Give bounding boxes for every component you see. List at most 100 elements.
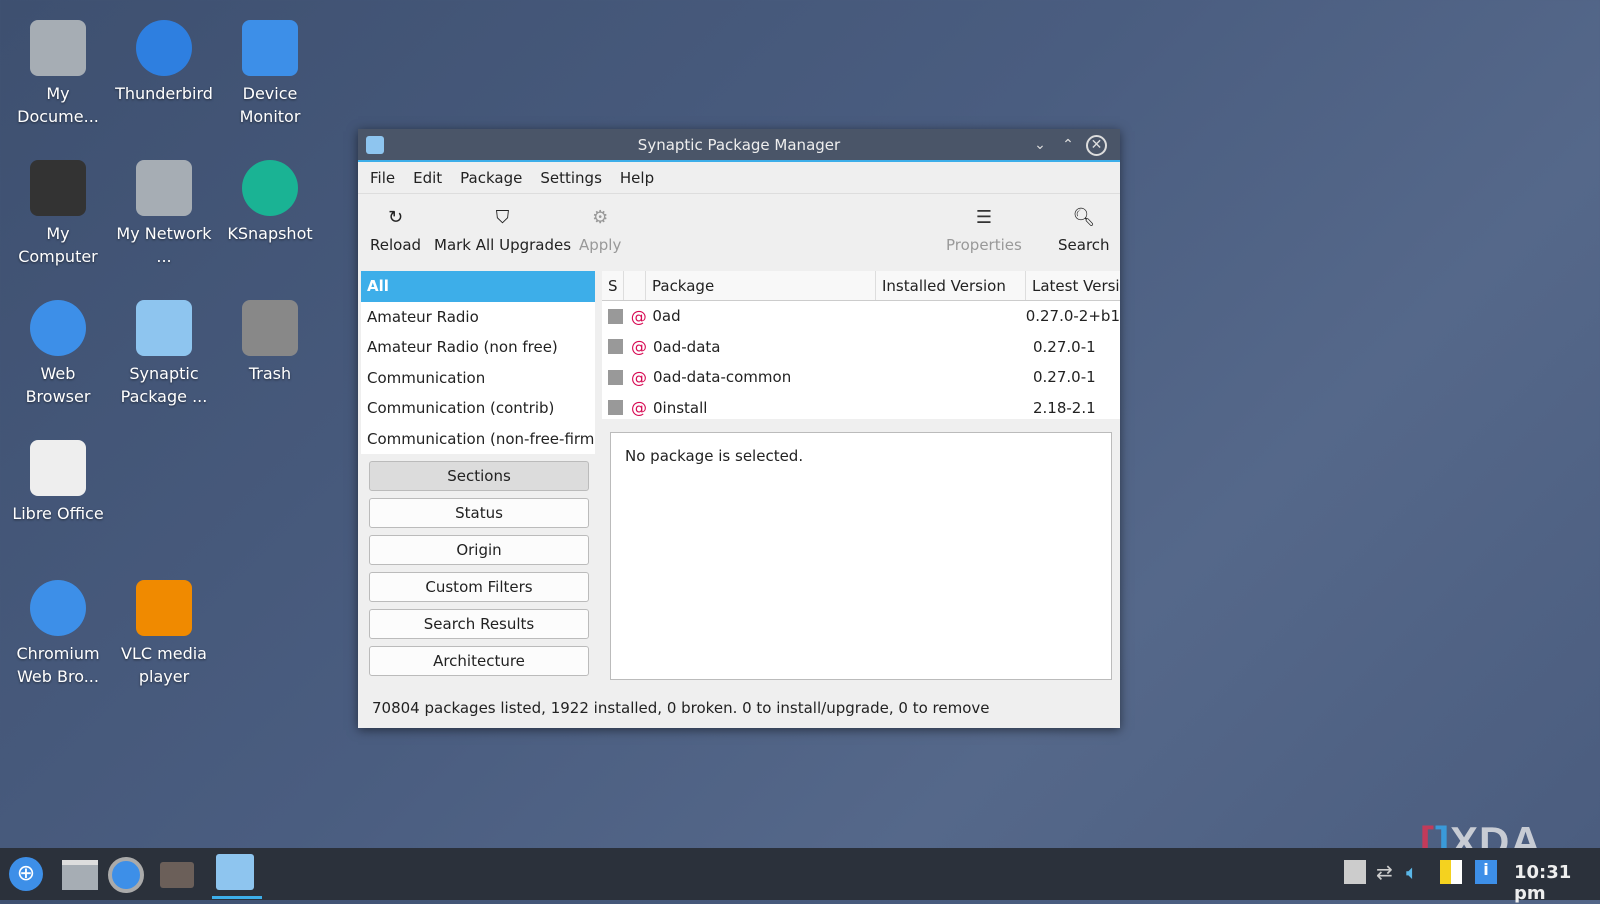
- info-icon[interactable]: i: [1475, 860, 1497, 884]
- section-item[interactable]: Communication: [361, 362, 595, 393]
- desktop-icon-label: My Computer: [18, 224, 98, 266]
- debian-icon: @: [631, 337, 647, 357]
- section-item[interactable]: Amateur Radio: [361, 301, 595, 332]
- shield-icon: ⛉: [495, 207, 510, 228]
- menu-settings[interactable]: Settings: [540, 169, 602, 187]
- desktop-icon-label: Synaptic Package ...: [120, 364, 208, 406]
- sidebar: All Amateur Radio Amateur Radio (non free)…: [361, 271, 595, 676]
- status-checkbox[interactable]: [608, 369, 623, 385]
- clipboard-icon[interactable]: [1344, 860, 1366, 884]
- status-checkbox[interactable]: [608, 339, 623, 355]
- section-item[interactable]: All: [361, 271, 595, 302]
- package-name: 0install: [653, 398, 708, 417]
- status-bar: 70804 packages listed, 1922 installed, 0…: [372, 699, 990, 717]
- computer-icon: [30, 160, 86, 216]
- package-installer-icon[interactable]: [160, 862, 194, 888]
- desktop-icon[interactable]: My Docume...: [6, 20, 110, 128]
- network-icon[interactable]: ⇄: [1376, 860, 1398, 884]
- latest-version: 0.27.0-1: [1033, 337, 1096, 356]
- desktop-icon-label: VLC media player: [121, 644, 207, 686]
- search-button[interactable]: 🔍︎ Search: [1058, 206, 1110, 254]
- properties-button[interactable]: ☰ Properties: [946, 206, 1022, 254]
- table-row[interactable]: @0ad-data-common 0.27.0-1: [602, 362, 1120, 393]
- table-row[interactable]: @0ad 0.27.0-2+b1: [602, 301, 1120, 332]
- libreoffice-icon: [30, 440, 86, 496]
- debian-icon: @: [631, 367, 647, 387]
- section-item[interactable]: Amateur Radio (non free): [361, 332, 595, 363]
- desktop-icon-label: KSnapshot: [227, 224, 313, 243]
- table-row[interactable]: @0ad-data 0.27.0-1: [602, 332, 1120, 363]
- debian-icon: @: [630, 306, 647, 326]
- gears-icon: ⚙: [592, 207, 609, 228]
- column-header[interactable]: Package: [646, 271, 876, 300]
- latest-version: 0.27.0-2+b1: [1025, 307, 1120, 326]
- column-header[interactable]: Latest Version: [1026, 271, 1120, 300]
- apply-button[interactable]: ⚙ Apply: [579, 206, 621, 254]
- desktop-icon[interactable]: Thunderbird: [112, 20, 216, 105]
- start-menu-icon[interactable]: ⊕: [9, 857, 43, 891]
- filter-button[interactable]: Status: [369, 498, 589, 528]
- close-button[interactable]: ✕: [1086, 135, 1107, 156]
- filter-button[interactable]: Origin: [369, 535, 589, 565]
- column-header[interactable]: S: [602, 271, 624, 300]
- reload-icon: ↻: [387, 207, 404, 228]
- file-manager-icon[interactable]: [62, 860, 98, 890]
- desktop-icon-label: My Docume...: [17, 84, 99, 126]
- desktop-icon-label: Device Monitor: [239, 84, 301, 126]
- web-browser-icon: [30, 300, 86, 356]
- desktop-icon[interactable]: Trash: [218, 300, 322, 385]
- reload-button[interactable]: ↻ Reload: [370, 206, 421, 254]
- desktop-icon[interactable]: My Network ...: [112, 160, 216, 268]
- battery-icon[interactable]: [1440, 860, 1462, 884]
- table-row[interactable]: @0install 2.18-2.1: [602, 393, 1120, 420]
- filter-button[interactable]: Custom Filters: [369, 572, 589, 602]
- status-checkbox[interactable]: [608, 308, 623, 324]
- web-browser-icon[interactable]: [108, 857, 144, 893]
- desktop-icon[interactable]: VLC media player: [112, 580, 216, 688]
- info-icon: [242, 20, 298, 76]
- desktop-icon[interactable]: My Computer: [6, 160, 110, 268]
- network-folder-icon: [136, 160, 192, 216]
- package-table: SPackageInstalled VersionLatest Version …: [602, 271, 1120, 419]
- volume-icon[interactable]: 🔈︎: [1406, 860, 1428, 884]
- menu-edit[interactable]: Edit: [413, 169, 442, 187]
- menu-package[interactable]: Package: [460, 169, 522, 187]
- desktop-icon-label: Trash: [248, 364, 292, 383]
- synaptic-icon: [136, 300, 192, 356]
- column-header[interactable]: [624, 271, 646, 300]
- menu-file[interactable]: File: [370, 169, 395, 187]
- filter-button[interactable]: Architecture: [369, 646, 589, 676]
- mark-all-upgrades-button[interactable]: ⛉ Mark All Upgrades: [434, 206, 571, 254]
- desktop-icon-label: My Network ...: [116, 224, 212, 266]
- section-item[interactable]: Communication (contrib): [361, 393, 595, 424]
- debian-icon: @: [631, 398, 647, 418]
- desktop-icon[interactable]: KSnapshot: [218, 160, 322, 245]
- window-title: Synaptic Package Manager: [637, 136, 841, 154]
- maximize-button[interactable]: ⌃: [1058, 135, 1078, 155]
- desktop-icon[interactable]: Synaptic Package ...: [112, 300, 216, 408]
- section-item[interactable]: Communication (non-free-firmware): [361, 423, 595, 454]
- folder-documents-icon: [30, 20, 86, 76]
- desktop-icon-label: Libre Office: [12, 504, 104, 523]
- trash-icon: [242, 300, 298, 356]
- column-header[interactable]: Installed Version: [876, 271, 1026, 300]
- desktop-icon[interactable]: Web Browser: [6, 300, 110, 408]
- menu-help[interactable]: Help: [620, 169, 654, 187]
- synaptic-taskbar-icon[interactable]: [216, 854, 254, 890]
- search-icon: 🔍︎: [1072, 207, 1096, 228]
- desktop-icon[interactable]: Device Monitor: [218, 20, 322, 128]
- active-indicator: [212, 896, 262, 899]
- synaptic-app-icon: [366, 136, 384, 154]
- minimize-button[interactable]: ⌄: [1030, 135, 1050, 155]
- desktop-icon[interactable]: Chromium Web Bro...: [6, 580, 110, 688]
- title-bar[interactable]: Synaptic Package Manager ⌄ ⌃ ✕: [358, 129, 1120, 162]
- desktop-icon[interactable]: Libre Office: [6, 440, 110, 525]
- taskbar: ⊕ ⇄ 🔈︎ i 10:31 pm: [0, 848, 1600, 904]
- thunderbird-icon: [136, 20, 192, 76]
- filter-button[interactable]: Sections: [369, 461, 589, 491]
- status-checkbox[interactable]: [608, 400, 623, 416]
- clock[interactable]: 10:31 pm: [1514, 862, 1600, 904]
- toolbar: ↻ Reload ⛉ Mark All Upgrades ⚙ Apply ☰ Prope…: [358, 194, 1120, 272]
- filter-button[interactable]: Search Results: [369, 609, 589, 639]
- vlc-icon: [136, 580, 192, 636]
